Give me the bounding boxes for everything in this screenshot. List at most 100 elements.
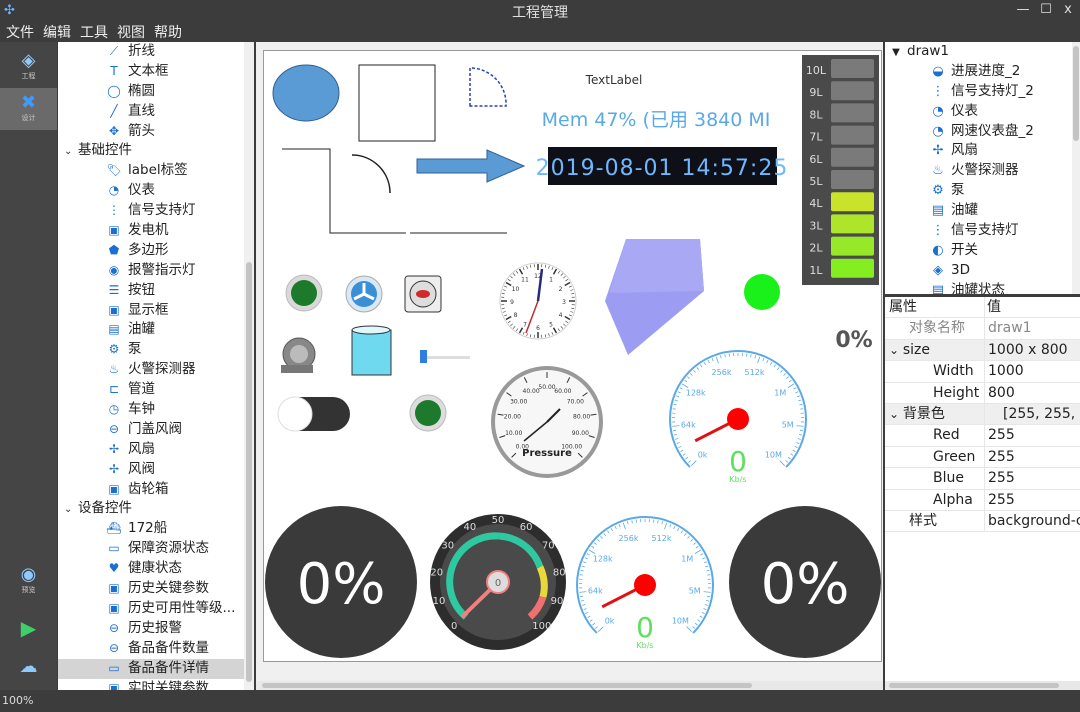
arrow-shape[interactable] [416, 149, 526, 183]
property-value[interactable]: 1000 x 800 [984, 339, 1080, 362]
toolbox-item[interactable]: ▣ 齿轮箱 [58, 480, 254, 500]
object-tree-item[interactable]: ♨ 火警探测器 [885, 161, 1080, 181]
toolbox-item[interactable]: ▣ 历史关键参数 [58, 579, 254, 599]
cloud-upload-button[interactable]: ☁ [0, 652, 57, 694]
toolbox-item[interactable]: ◷ 车钟 [58, 400, 254, 420]
property-value[interactable]: 1000 [984, 361, 1080, 383]
object-tree-item[interactable]: ◐ 开关 [885, 241, 1080, 261]
toolbox-item[interactable]: ◔ 仪表 [58, 181, 254, 201]
menu-view[interactable]: 视图 [111, 22, 148, 42]
run-button[interactable]: ▶ [0, 612, 57, 654]
green-indicator[interactable] [744, 274, 780, 310]
object-tree-scrollbar[interactable] [1072, 42, 1080, 294]
toolbox-item[interactable]: ✥ 箭头 [58, 122, 254, 142]
toolbox-item[interactable]: ⟋ 折线 [58, 42, 254, 62]
preview-button[interactable]: ◉ 预览 [0, 560, 57, 602]
toolbox-item[interactable]: 🏷 label标签 [58, 161, 254, 181]
toolbox-item[interactable]: ♨ 火警探测器 [58, 360, 254, 380]
object-tree-item[interactable]: ⚙ 泵 [885, 181, 1080, 201]
property-row[interactable]: ⌄ 背景色[255, 255, 2 [885, 403, 1080, 426]
property-row[interactable]: 样式 background-c [885, 510, 1080, 533]
percent-text[interactable]: 0% [835, 328, 872, 353]
text-label[interactable]: TextLabel [585, 73, 643, 87]
memory-label[interactable]: Mem 47% (已用 3840 MI [542, 109, 771, 131]
property-row[interactable]: 对象名称 draw1 [885, 318, 1080, 340]
category-basic[interactable]: ⌄ 基础控件 [58, 141, 254, 161]
toolbox-item[interactable]: ♥ 健康状态 [58, 559, 254, 579]
property-row[interactable]: Width 1000 [885, 361, 1080, 383]
toolbox-item[interactable]: ▣ 历史可用性等级... [58, 599, 254, 619]
toolbox-item[interactable]: ◯ 椭圆 [58, 82, 254, 102]
object-tree-scroll-thumb[interactable] [1073, 46, 1079, 141]
toolbox-item[interactable]: ▣ 发电机 [58, 221, 254, 241]
arc-shape[interactable] [351, 154, 391, 194]
property-row[interactable]: Green 255 [885, 446, 1080, 469]
property-row[interactable]: Blue 255 [885, 468, 1080, 490]
close-button[interactable]: x [1058, 2, 1078, 17]
object-tree-item[interactable]: ⋮ 信号支持灯 [885, 221, 1080, 241]
property-row[interactable]: Alpha 255 [885, 489, 1080, 511]
rectangle-shape[interactable] [358, 64, 436, 142]
toolbox-item[interactable]: ▣ 显示框 [58, 301, 254, 321]
property-value[interactable]: 255 [984, 446, 1080, 469]
property-row[interactable]: Height 800 [885, 382, 1080, 404]
toolbox-item[interactable]: ⊏ 管道 [58, 380, 254, 400]
property-row[interactable]: ⌄ size 1000 x 800 [885, 339, 1080, 362]
property-value[interactable]: background-c [984, 510, 1080, 533]
object-tree-item[interactable]: ▤ 油罐状态 [885, 281, 1080, 294]
property-hscroll-thumb[interactable] [889, 683, 1059, 688]
object-tree-item[interactable]: ◈ 3D [885, 261, 1080, 281]
ellipse-shape[interactable] [272, 64, 340, 122]
toolbox-item[interactable]: ☰ 按钮 [58, 281, 254, 301]
design-canvas[interactable]: TextLabel Mem 47% (已用 3840 MI 2019-08-01… [263, 50, 882, 662]
property-value[interactable]: 800 [984, 382, 1080, 404]
toolbox-item[interactable]: ⋮ 信号支持灯 [58, 201, 254, 221]
signal-light[interactable] [415, 400, 441, 426]
toolbox-item[interactable]: ▣ 实时关键参数 [58, 679, 254, 691]
toolbox-item[interactable]: ⛴ 172船 [58, 519, 254, 539]
toolbox-item[interactable]: ▭ 备品备件详情 [58, 658, 254, 679]
toolbox-scroll-thumb[interactable] [246, 262, 252, 682]
toolbox-item[interactable]: ⬟ 多边形 [58, 241, 254, 261]
menu-file[interactable]: 文件 [0, 22, 37, 42]
toolbox-item[interactable]: ⊖ 历史报警 [58, 619, 254, 639]
property-value[interactable]: [255, 255, 2 [984, 403, 1080, 426]
object-tree-root[interactable]: ▼ draw1 [885, 42, 1080, 62]
toolbox-item[interactable]: T 文本框 [58, 62, 254, 82]
object-tree-item[interactable]: ◒ 进展进度_2 [885, 62, 1080, 82]
polyline-shape[interactable] [282, 148, 406, 234]
object-tree-item[interactable]: ▤ 油罐 [885, 201, 1080, 221]
toolbox-item[interactable]: ▤ 油罐 [58, 320, 254, 340]
slider-track[interactable] [422, 356, 470, 359]
toolbox-item[interactable]: ⊖ 备品备件数量 [58, 639, 254, 659]
toolbox-item[interactable]: ✢ 风阀 [58, 460, 254, 480]
menu-help[interactable]: 帮助 [148, 22, 185, 42]
menu-tools[interactable]: 工具 [74, 22, 111, 42]
project-button[interactable]: ◈ 工程 [0, 46, 57, 88]
property-row[interactable]: Red 255 [885, 425, 1080, 447]
design-button[interactable]: ✖ 设计 [0, 88, 57, 130]
maximize-button[interactable]: ☐ [1036, 2, 1056, 17]
slider-handle[interactable] [420, 350, 427, 363]
category-device[interactable]: ⌄ 设备控件 [58, 499, 254, 519]
menu-edit[interactable]: 编辑 [37, 22, 74, 42]
toolbox-item[interactable]: ◉ 报警指示灯 [58, 261, 254, 281]
pie-shape[interactable] [469, 67, 507, 107]
property-value[interactable]: 255 [984, 489, 1080, 511]
toolbox-item[interactable]: ⊖ 门盖风阀 [58, 420, 254, 440]
object-tree-item[interactable]: ◔ 网速仪表盘_2 [885, 122, 1080, 142]
object-tree-item[interactable]: ⋮ 信号支持灯_2 [885, 82, 1080, 102]
toolbox-item[interactable]: ▭ 保障资源状态 [58, 539, 254, 559]
status-light[interactable] [291, 280, 317, 306]
toolbox-item[interactable]: ✢ 风扇 [58, 440, 254, 460]
toolbox-item[interactable]: ⚙ 泵 [58, 340, 254, 360]
object-tree-item[interactable]: ◔ 仪表 [885, 102, 1080, 122]
canvas-hscrollbar[interactable] [256, 681, 883, 690]
canvas-hscroll-thumb[interactable] [262, 683, 752, 688]
minimize-button[interactable]: — [1013, 2, 1033, 17]
toolbox-item[interactable]: ╱ 直线 [58, 102, 254, 122]
toolbox-scrollbar[interactable] [244, 42, 254, 690]
property-hscrollbar[interactable] [885, 681, 1080, 690]
property-value[interactable]: 255 [984, 425, 1080, 447]
property-value[interactable]: 255 [984, 468, 1080, 490]
